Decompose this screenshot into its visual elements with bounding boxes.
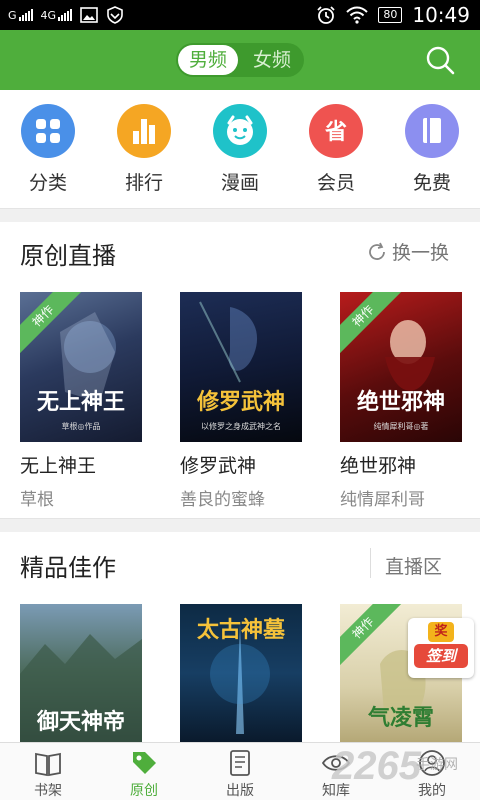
nav-profile[interactable]: 我的 [384, 743, 480, 800]
cover-subtitle: 纯情犀利哥◎著 [373, 422, 429, 431]
book-author: 草根 [20, 490, 54, 510]
signal-2-label: 4G [40, 8, 57, 22]
signal-bars-icon [58, 9, 73, 21]
refresh-label: 换一换 [392, 242, 450, 264]
clock: 10:49 [412, 3, 470, 27]
quick-nav-category[interactable]: 分类 [8, 104, 88, 195]
comic-face-icon [213, 104, 267, 158]
cover-subtitle: 草根◎作品 [61, 422, 101, 431]
bookshelf-icon [35, 752, 61, 777]
cover-title: 太古神墓 [196, 617, 285, 643]
quick-nav-label: 会员 [316, 172, 355, 194]
category-grid-icon [21, 104, 75, 158]
book-card[interactable]: 御天神帝 [20, 604, 142, 742]
book-cover: 修罗武神 以修罗之身成武神之名 [180, 292, 302, 442]
shield-icon [107, 6, 123, 24]
gender-tab-switch: 男频 女频 [176, 43, 304, 77]
status-left: G 4G [8, 0, 124, 30]
quick-nav-label: 漫画 [220, 172, 259, 194]
refresh-icon [369, 242, 385, 260]
quick-nav: 分类 排行 漫画 省 会员 免费 [0, 90, 480, 208]
ranking-bars-icon [117, 104, 171, 158]
knowledge-eye-icon [321, 755, 351, 771]
live-zone-label: 直播区 [385, 556, 443, 578]
signal-1: G [8, 9, 33, 22]
book-card[interactable]: 神作 绝世邪神 纯情犀利哥◎著 绝世邪神 纯情犀利哥 [340, 292, 462, 510]
app-screen: { "status_bar": { "signal_1": "G", "sign… [0, 0, 480, 800]
cover-title: 御天神帝 [36, 709, 125, 735]
refresh-button[interactable]: 换一换 [366, 238, 449, 265]
section-divider [0, 518, 480, 532]
section-title-quality: 精品佳作 [20, 554, 116, 582]
nav-label: 出版 [226, 783, 254, 799]
reward-badge: 奖 [428, 622, 454, 642]
book-author: 纯情犀利哥 [340, 490, 425, 510]
svg-text:省: 省 [324, 120, 347, 145]
nav-label: 知库 [322, 783, 350, 799]
quick-nav-label: 分类 [28, 172, 67, 194]
signal-bars-icon [18, 9, 33, 21]
signal-2: 4G [41, 9, 73, 22]
original-tag-icon [133, 752, 156, 774]
battery-indicator: 80 [378, 7, 403, 23]
book-cover: 太古神墓 [180, 604, 302, 742]
nav-label: 我的 [418, 783, 446, 799]
book-card[interactable]: 修罗武神 以修罗之身成武神之名 修罗武神 善良的蜜蜂 [180, 292, 302, 510]
book-title: 无上神王 [20, 455, 97, 477]
tab-female[interactable]: 女频 [242, 45, 302, 75]
live-zone-button[interactable]: 直播区 [385, 552, 442, 579]
book-title: 绝世邪神 [340, 455, 417, 477]
top-app-bar: 男频 女频 [0, 30, 480, 90]
nav-original[interactable]: 原创 [96, 743, 192, 800]
search-icon [426, 46, 455, 75]
checkin-button[interactable]: 奖 签到 [408, 618, 474, 678]
quick-nav-label: 排行 [124, 172, 163, 194]
section-divider [0, 208, 480, 222]
book-author: 善良的蜜蜂 [180, 490, 265, 510]
book-card[interactable]: 神作 无上神王 草根◎作品 无上神王 草根 [20, 292, 142, 510]
book-cover: 御天神帝 [20, 604, 142, 742]
nav-label: 原创 [130, 783, 158, 799]
quick-nav-member[interactable]: 省 会员 [296, 104, 376, 195]
book-card[interactable]: 太古神墓 [180, 604, 302, 742]
quick-nav-free[interactable]: 免费 [392, 104, 472, 195]
cover-subtitle: 以修罗之身成武神之名 [201, 422, 281, 431]
profile-icon [419, 750, 445, 776]
status-bar: G 4G 80 10:49 [0, 0, 480, 30]
book-cover: 神作 绝世邪神 纯情犀利哥◎著 [340, 292, 462, 442]
action-separator [370, 548, 371, 578]
member-save-icon: 省 [309, 104, 363, 158]
alarm-icon [317, 6, 335, 24]
book-title: 修罗武神 [180, 455, 257, 477]
nav-label: 书架 [34, 783, 62, 799]
quick-nav-label: 免费 [412, 172, 451, 194]
gallery-icon [80, 7, 98, 23]
nav-bookshelf[interactable]: 书架 [0, 743, 96, 800]
quick-nav-ranking[interactable]: 排行 [104, 104, 184, 195]
search-button[interactable] [424, 44, 456, 76]
status-right: 80 10:49 [316, 0, 470, 30]
cover-title: 无上神王 [36, 389, 125, 415]
checkin-label: 签到 [414, 644, 468, 668]
signal-1-label: G [8, 8, 17, 22]
free-book-icon [405, 104, 459, 158]
quick-nav-comic[interactable]: 漫画 [200, 104, 280, 195]
nav-publish[interactable]: 出版 [192, 743, 288, 800]
publish-book-icon [230, 750, 250, 776]
nav-knowledge[interactable]: 知库 [288, 743, 384, 800]
wifi-icon [346, 6, 369, 24]
cover-title: 修罗武神 [196, 389, 285, 415]
cover-title: 气凌霄 [367, 705, 434, 731]
book-cover: 神作 无上神王 草根◎作品 [20, 292, 142, 442]
section-title-original: 原创直播 [20, 242, 116, 270]
cover-title: 绝世邪神 [356, 389, 445, 415]
bottom-nav: 书架 原创 出版 知库 我的 [0, 742, 480, 800]
tab-male[interactable]: 男频 [178, 45, 238, 75]
